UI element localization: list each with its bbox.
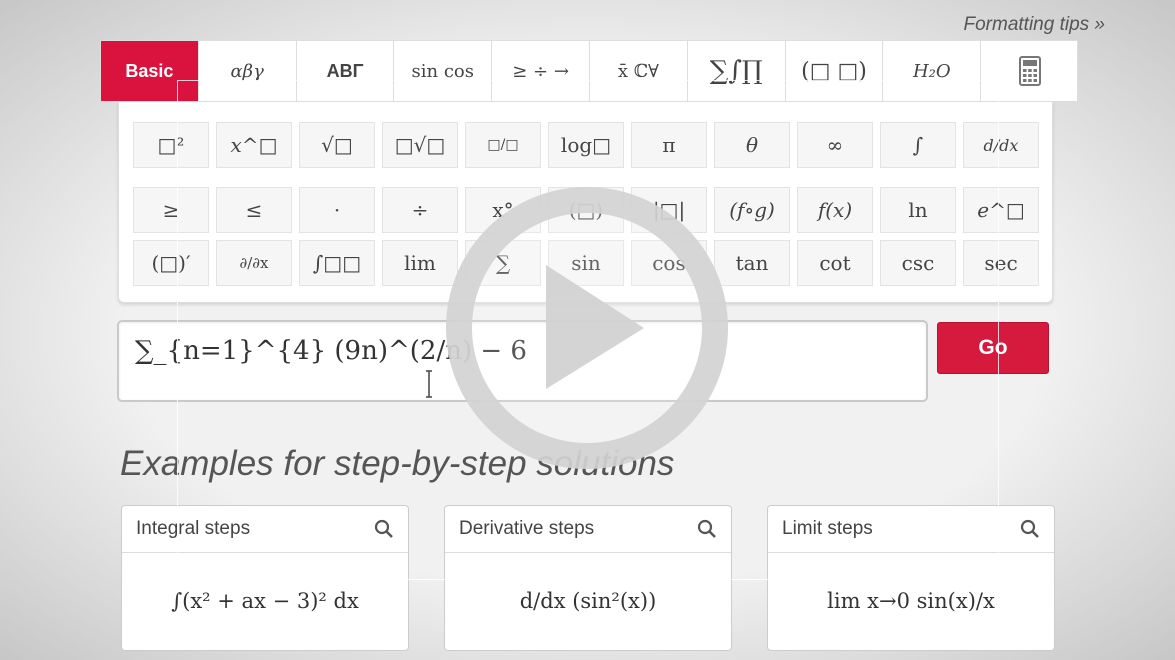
tab-matrix[interactable]: (□ □)	[786, 41, 884, 101]
tab-greek-lower[interactable]: αβγ	[199, 41, 297, 101]
tab-chemistry-label: H₂O	[912, 60, 951, 82]
key-function[interactable]: f(x)	[797, 187, 873, 233]
card-header: Integral steps	[122, 506, 408, 553]
card-formula: d/dx (sin²(x))	[519, 589, 657, 613]
key-pi[interactable]: π	[631, 122, 707, 168]
key-ln[interactable]: ln	[880, 187, 956, 233]
key-square[interactable]: □²	[133, 122, 209, 168]
example-card-derivative[interactable]: Derivative steps d/dx (sin²(x))	[444, 505, 732, 651]
tab-trig[interactable]: sin cos	[394, 41, 493, 101]
key-exp[interactable]: e^□	[963, 187, 1039, 233]
example-card-integral[interactable]: Integral steps ∫(x² + ax − 3)² dx	[121, 505, 409, 651]
tab-operators[interactable]: ≥ ÷ →	[492, 41, 590, 101]
formatting-tips-link[interactable]: Formatting tips »	[964, 14, 1106, 36]
key-geq[interactable]: ≥	[133, 187, 209, 233]
key-sqrt[interactable]: √□	[299, 122, 375, 168]
tab-sums-label: ∑∫∏	[709, 56, 763, 86]
play-icon[interactable]	[442, 183, 732, 473]
search-icon[interactable]	[697, 519, 717, 539]
key-power[interactable]: x^□	[216, 122, 292, 168]
tab-greek-lower-label: αβγ	[230, 60, 264, 82]
search-icon[interactable]	[374, 519, 394, 539]
text-cursor-icon	[426, 370, 432, 398]
calculator-icon	[1019, 56, 1042, 86]
key-log[interactable]: log□	[548, 122, 624, 168]
key-derivative[interactable]: d/dx	[963, 122, 1039, 168]
key-partial[interactable]: ∂/∂x	[216, 240, 292, 286]
go-button[interactable]: Go	[937, 322, 1049, 374]
tab-chemistry[interactable]: H₂O	[883, 41, 982, 101]
card-header: Derivative steps	[445, 506, 731, 553]
card-title: Limit steps	[782, 518, 873, 539]
key-csc[interactable]: csc	[880, 240, 956, 286]
tab-greek-upper[interactable]: ΑΒΓ	[297, 41, 395, 101]
tab-matrix-label: (□ □)	[801, 58, 867, 84]
key-infinity[interactable]: ∞	[797, 122, 873, 168]
key-cot[interactable]: cot	[797, 240, 873, 286]
key-cdot[interactable]: ·	[299, 187, 375, 233]
card-formula: lim x→0 sin(x)/x	[827, 589, 995, 613]
example-card-limit[interactable]: Limit steps lim x→0 sin(x)/x	[767, 505, 1055, 651]
key-prime[interactable]: (□)′	[133, 240, 209, 286]
key-integral[interactable]: ∫	[880, 122, 956, 168]
card-title: Integral steps	[136, 518, 251, 539]
tab-sums[interactable]: ∑∫∏	[688, 41, 786, 101]
card-title: Derivative steps	[459, 518, 595, 539]
tab-greek-upper-label: ΑΒΓ	[326, 60, 364, 81]
key-fraction[interactable]: □/□	[465, 122, 541, 168]
card-formula: ∫(x² + ax − 3)² dx	[171, 589, 359, 613]
tab-sets[interactable]: x̄ ℂ∀	[590, 41, 688, 101]
symbol-tabs: Basic αβγ ΑΒΓ sin cos ≥ ÷ → x̄ ℂ∀ ∑∫∏ (□…	[100, 40, 1078, 102]
tab-basic[interactable]: Basic	[101, 41, 199, 101]
key-sec[interactable]: sec	[963, 240, 1039, 286]
card-header: Limit steps	[768, 506, 1054, 553]
tab-calculator[interactable]	[981, 41, 1079, 101]
search-icon[interactable]	[1020, 519, 1040, 539]
key-nth-root[interactable]: □√□	[382, 122, 458, 168]
key-theta[interactable]: θ	[714, 122, 790, 168]
key-leq[interactable]: ≤	[216, 187, 292, 233]
key-definite-integral[interactable]: ∫□□	[299, 240, 375, 286]
